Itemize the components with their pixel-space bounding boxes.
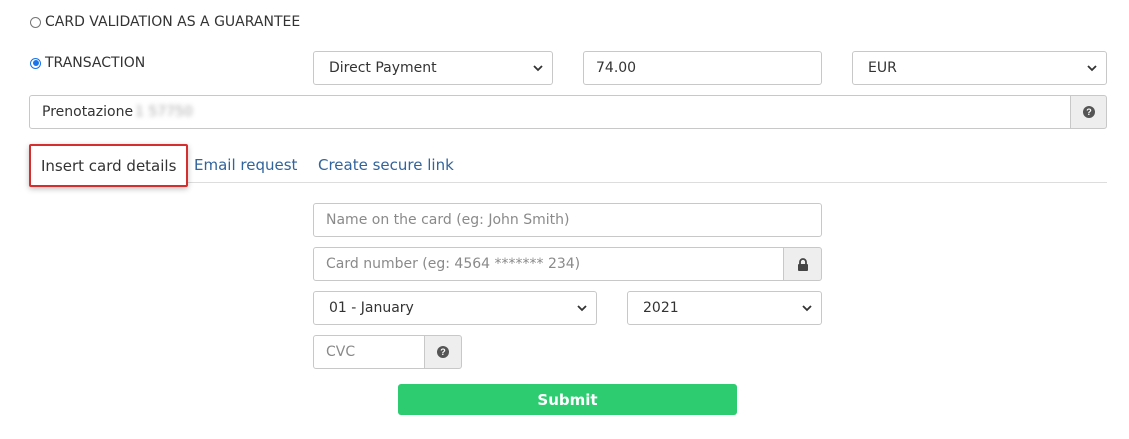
payment-method-select[interactable]: Direct Payment [313, 51, 553, 85]
submit-button[interactable]: Submit [398, 384, 737, 415]
cvc-help-button[interactable]: ? [424, 335, 462, 369]
cvc-input[interactable]: CVC [313, 335, 425, 369]
submit-label: Submit [537, 390, 598, 409]
currency-value: EUR [868, 60, 897, 76]
expiry-month-select[interactable]: 01 - January [313, 291, 597, 325]
description-input[interactable]: Prenotazione 1 57750 [29, 95, 1071, 129]
radio-transaction-label: TRANSACTION [45, 55, 146, 71]
lock-icon [797, 257, 808, 271]
description-help-button[interactable]: ? [1070, 95, 1107, 129]
amount-value: 74.00 [596, 60, 637, 76]
tab-create-secure-link[interactable]: Create secure link [318, 154, 454, 176]
radio-button[interactable] [30, 16, 41, 28]
description-redacted: 1 57750 [135, 104, 193, 120]
currency-select[interactable]: EUR [852, 51, 1107, 85]
chevron-down-icon [1087, 65, 1097, 72]
expiry-month-value: 01 - January [329, 300, 414, 316]
tab-insert-card-details[interactable]: Insert card details [29, 144, 189, 187]
payment-method-value: Direct Payment [329, 60, 437, 76]
card-number-placeholder: Card number (eg: 4564 ******* 234) [326, 256, 581, 272]
chevron-down-icon [533, 65, 543, 72]
tab-label: Insert card details [41, 156, 177, 175]
card-name-placeholder: Name on the card (eg: John Smith) [326, 212, 570, 228]
tabs-divider [29, 182, 1107, 183]
description-value: Prenotazione [42, 104, 134, 120]
tab-label: Create secure link [318, 156, 454, 174]
chevron-down-icon [577, 305, 587, 312]
svg-text:?: ? [1086, 107, 1092, 117]
card-number-input[interactable]: Card number (eg: 4564 ******* 234) [313, 247, 784, 281]
tab-label: Email request [194, 156, 298, 174]
question-circle-icon: ? [1082, 106, 1095, 118]
expiry-year-value: 2021 [643, 300, 679, 316]
question-circle-icon: ? [437, 346, 449, 358]
card-number-lock [783, 247, 822, 281]
radio-button-checked[interactable] [30, 57, 41, 69]
radio-transaction[interactable]: TRANSACTION [30, 53, 145, 73]
expiry-year-select[interactable]: 2021 [627, 291, 822, 325]
amount-input[interactable]: 74.00 [583, 51, 822, 85]
chevron-down-icon [802, 305, 812, 312]
tab-email-request[interactable]: Email request [194, 154, 297, 176]
card-name-input[interactable]: Name on the card (eg: John Smith) [313, 203, 822, 237]
radio-card-validation-label: CARD VALIDATION AS A GUARANTEE [45, 14, 301, 30]
radio-card-validation[interactable]: CARD VALIDATION AS A GUARANTEE [30, 12, 300, 32]
svg-text:?: ? [440, 347, 446, 357]
cvc-placeholder: CVC [326, 344, 356, 360]
